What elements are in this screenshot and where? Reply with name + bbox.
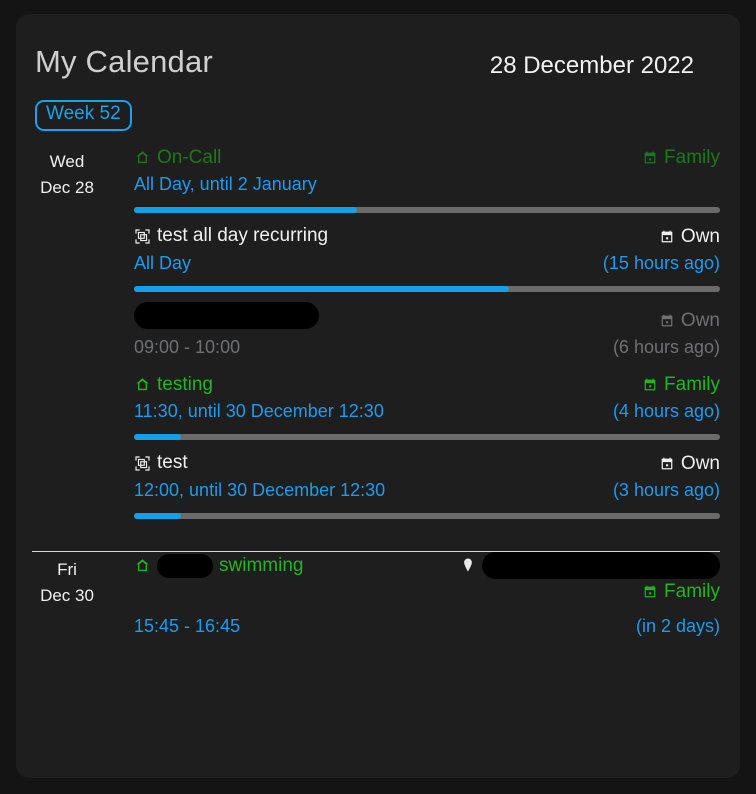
event-time-line: All Day, until 2 January (134, 171, 720, 197)
event-row[interactable]: swimming Family 15:45 - 16:45 (in 2 days) (118, 552, 720, 639)
event-relative-time: (6 hours ago) (613, 334, 720, 360)
event-row[interactable]: Own 09:00 - 10:00 (6 hours ago) (118, 302, 720, 360)
event-title-group: test (134, 450, 188, 476)
event-list: On-Call Family All Day, until 2 January tes… (118, 145, 740, 519)
event-time-line: 11:30, until 30 December 12:30 (4 hours a… (134, 398, 720, 424)
event-progress-fill (134, 434, 181, 440)
redacted-location (482, 552, 720, 579)
event-time-line: All Day (15 hours ago) (134, 250, 720, 276)
event-time: All Day, until 2 January (134, 171, 317, 197)
event-relative-time: (15 hours ago) (603, 250, 720, 276)
page-title: My Calendar (35, 44, 213, 80)
event-relative-time: (3 hours ago) (613, 477, 720, 503)
event-title-group: swimming (134, 553, 303, 579)
day-label: FriDec 30 (16, 557, 118, 609)
calendar-icon (642, 150, 658, 166)
calendar-icon (659, 229, 675, 245)
event-title-line: testing Family (134, 372, 720, 399)
event-calendar-name: Own (681, 451, 720, 477)
event-time: 11:30, until 30 December 12:30 (134, 398, 384, 424)
event-title: On-Call (157, 145, 221, 171)
event-progress-bar (134, 513, 720, 519)
header-date: 28 December 2022 (490, 52, 694, 80)
calendar-card: My Calendar 28 December 2022 Week 52 Wed… (16, 14, 740, 778)
event-progress-fill (134, 513, 181, 519)
event-time-line: 12:00, until 30 December 12:30 (3 hours a… (134, 477, 720, 503)
event-meta-group: Own (659, 451, 720, 477)
event-title: test (157, 450, 188, 476)
redacted-event-title (134, 302, 319, 329)
day-date: Dec 30 (16, 583, 118, 609)
day-of-week: Fri (16, 557, 118, 583)
day-sections: WedDec 28 On-Call Family All Day, until 2 J… (16, 131, 740, 651)
event-meta-group: Own (659, 308, 720, 334)
event-relative-time: (4 hours ago) (613, 398, 720, 424)
calendar-icon (642, 377, 658, 393)
day-of-week: Wed (16, 149, 118, 175)
event-time-line: 09:00 - 10:00 (6 hours ago) (134, 334, 720, 360)
event-title-group: testing (134, 372, 213, 398)
event-calendar-name: Family (664, 372, 720, 398)
event-progress-bar (134, 207, 720, 213)
event-time: 15:45 - 16:45 (134, 613, 240, 639)
day-section: FriDec 30 swimming Family 15:45 - 16:45 (in … (16, 529, 740, 651)
day-section: WedDec 28 On-Call Family All Day, until 2 J… (16, 131, 740, 519)
event-calendar-name: Own (681, 224, 720, 250)
event-row[interactable]: test all day recurring Own All Day (15 hour… (118, 223, 720, 276)
event-meta-group: Own (659, 224, 720, 250)
event-title-line: test all day recurring Own (134, 223, 720, 250)
event-time: 09:00 - 10:00 (134, 334, 240, 360)
week-badge-container: Week 52 (16, 100, 740, 131)
day-date: Dec 28 (16, 175, 118, 201)
recurring-icon (134, 455, 151, 472)
event-title-line: swimming (134, 552, 720, 579)
event-title-line: test Own (134, 450, 720, 477)
event-calendar-group: Family (642, 579, 720, 605)
event-calendar-line: Family (134, 579, 720, 605)
event-spacer (118, 360, 720, 372)
event-title-group (134, 302, 319, 329)
event-time-line: 15:45 - 16:45 (in 2 days) (134, 613, 720, 639)
event-title-group: test all day recurring (134, 223, 328, 249)
card-header: My Calendar 28 December 2022 (16, 14, 740, 100)
house-icon (134, 376, 151, 393)
house-icon (134, 557, 151, 574)
event-meta-group: Family (642, 372, 720, 398)
recurring-icon (134, 228, 151, 245)
calendar-icon (642, 584, 658, 600)
event-title: test all day recurring (157, 223, 328, 249)
event-progress-fill (134, 207, 357, 213)
event-meta-group: Family (642, 145, 720, 171)
event-time: 12:00, until 30 December 12:30 (134, 477, 385, 503)
event-title-line: On-Call Family (134, 145, 720, 172)
event-list: swimming Family 15:45 - 16:45 (in 2 days) (118, 552, 740, 651)
week-badge[interactable]: Week 52 (35, 100, 132, 131)
event-title-group: On-Call (134, 145, 221, 171)
event-spacer (118, 639, 720, 651)
calendar-icon (659, 313, 675, 329)
event-title: swimming (219, 553, 303, 579)
event-title-line: Own (134, 302, 720, 334)
event-calendar-name: Family (664, 145, 720, 171)
location-pin-icon (460, 556, 476, 574)
event-row[interactable]: testingFamily11:30, until 30 December 12… (118, 372, 720, 425)
event-row[interactable]: On-Call Family All Day, until 2 January (118, 145, 720, 198)
event-row[interactable]: test Own 12:00, until 30 December 12:30 (3 … (118, 450, 720, 503)
event-calendar-name: Family (664, 579, 720, 605)
day-label: WedDec 28 (16, 149, 118, 201)
event-progress-bar (134, 434, 720, 440)
event-relative-time: (in 2 days) (636, 613, 720, 639)
house-icon (134, 149, 151, 166)
event-calendar-name: Own (681, 308, 720, 334)
redacted-name (157, 554, 213, 578)
event-meta-group (460, 552, 720, 579)
event-time: All Day (134, 250, 191, 276)
event-progress-fill (134, 286, 509, 292)
calendar-icon (659, 456, 675, 472)
event-progress-bar (134, 286, 720, 292)
event-title: testing (157, 372, 213, 398)
